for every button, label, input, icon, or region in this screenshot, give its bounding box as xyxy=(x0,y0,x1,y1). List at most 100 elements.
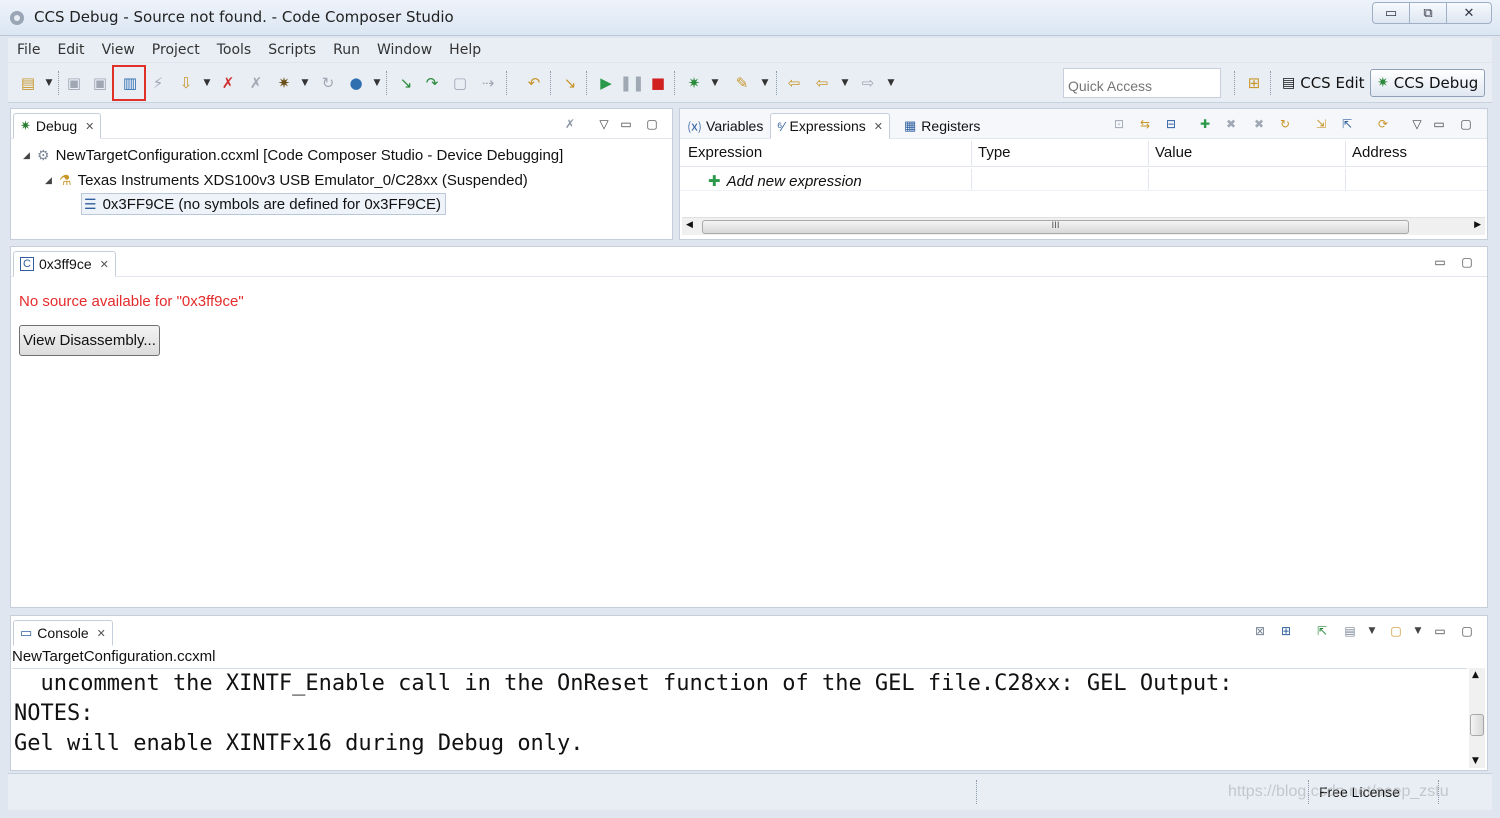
tree-item-stack-frame[interactable]: ☰ 0x3FF9CE (no symbols are defined for 0… xyxy=(81,193,447,215)
maximize-view-icon[interactable]: ▢ xyxy=(1457,115,1475,133)
new-dropdown-icon[interactable]: ▼ xyxy=(44,73,54,93)
minimize-view-icon[interactable]: ▭ xyxy=(1431,253,1449,271)
perspective-ccs-debug[interactable]: ✷ CCS Debug xyxy=(1370,69,1486,97)
menu-project[interactable]: Project xyxy=(143,42,208,58)
quick-access-input[interactable] xyxy=(1063,68,1221,98)
show-logical-icon[interactable]: ⇆ xyxy=(1136,115,1154,133)
close-tab-icon[interactable]: ✕ xyxy=(97,627,106,640)
remove-terminated-icon[interactable]: ✗ xyxy=(561,115,579,133)
run-script-icon[interactable]: ● xyxy=(346,73,366,93)
reset-icon[interactable]: ↶ xyxy=(524,73,544,93)
menu-window[interactable]: Window xyxy=(368,42,440,58)
tab-variables[interactable]: ⒳ Variables xyxy=(682,113,769,139)
debug-config-icon[interactable]: ✷ xyxy=(684,73,704,93)
connect-target-icon[interactable]: ⚡ xyxy=(148,73,168,93)
display-console-icon[interactable]: ▤ xyxy=(1341,622,1359,640)
load-program-icon[interactable]: ▥ xyxy=(120,73,140,93)
import-icon[interactable]: ⇲ xyxy=(1312,115,1330,133)
perspective-ccs-edit[interactable]: ▤ CCS Edit xyxy=(1276,69,1371,97)
vertical-scrollbar[interactable]: ▲ ▼ xyxy=(1469,668,1485,768)
close-button[interactable]: ✕ xyxy=(1446,2,1492,24)
expand-arrow-icon[interactable]: ◢ xyxy=(23,150,37,161)
step-return-icon[interactable]: ▢ xyxy=(450,73,470,93)
console-output[interactable]: uncomment the XINTF_Enable call in the O… xyxy=(12,668,1467,768)
tab-expressions[interactable]: ⁶⁄ Expressions ✕ xyxy=(770,113,891,139)
flash-dropdown-icon[interactable]: ▼ xyxy=(202,73,212,93)
suspend-icon[interactable]: ❚❚ xyxy=(619,73,644,93)
new-console-dropdown-icon[interactable]: ▼ xyxy=(1409,622,1427,640)
external-tools-icon[interactable]: ✎ xyxy=(732,73,752,93)
maximize-view-icon[interactable]: ▢ xyxy=(1458,622,1476,640)
forward-icon[interactable]: ⇨ xyxy=(858,73,878,93)
save-all-icon[interactable]: ▣ xyxy=(90,73,110,93)
new-console-icon[interactable]: ▢ xyxy=(1387,622,1405,640)
close-tab-icon[interactable]: ✕ xyxy=(100,258,109,271)
save-icon[interactable]: ▣ xyxy=(64,73,84,93)
column-address[interactable]: Address xyxy=(1346,141,1487,166)
export-icon[interactable]: ⇱ xyxy=(1338,115,1356,133)
column-expression[interactable]: Expression xyxy=(682,141,972,166)
column-value[interactable]: Value xyxy=(1149,141,1346,166)
minimize-view-icon[interactable]: ▭ xyxy=(617,115,635,133)
menu-view[interactable]: View xyxy=(93,42,143,58)
step-over-icon[interactable]: ↷ xyxy=(422,73,442,93)
expand-arrow-icon[interactable]: ◢ xyxy=(45,175,59,186)
script-dropdown-icon[interactable]: ▼ xyxy=(372,73,382,93)
back-dropdown-icon[interactable]: ▼ xyxy=(840,73,850,93)
menu-scripts[interactable]: Scripts xyxy=(259,42,324,58)
maximize-view-icon[interactable]: ▢ xyxy=(643,115,661,133)
resume-icon[interactable]: ▶ xyxy=(596,73,616,93)
tab-debug[interactable]: ✷ Debug ✕ xyxy=(13,113,102,139)
external-tools-dropdown-icon[interactable]: ▼ xyxy=(760,73,770,93)
assembly-step-icon[interactable]: ↘ xyxy=(560,73,580,93)
close-tab-icon[interactable]: ✕ xyxy=(85,120,94,133)
new-icon[interactable]: ▤ xyxy=(18,73,38,93)
restart-icon[interactable]: ↻ xyxy=(318,73,338,93)
clear-console-icon[interactable]: ⊠ xyxy=(1251,622,1269,640)
scroll-thumb[interactable] xyxy=(1470,714,1484,736)
view-disassembly-button[interactable]: View Disassembly... xyxy=(19,325,160,356)
step-filter-icon[interactable]: ⇢ xyxy=(478,73,498,93)
add-expression-icon[interactable]: ✚ xyxy=(1196,115,1214,133)
tree-item-target-config[interactable]: ◢ ⚙ NewTargetConfiguration.ccxml [Code C… xyxy=(23,144,563,166)
view-menu-icon[interactable]: ▽ xyxy=(595,115,613,133)
debug-config-dropdown-icon[interactable]: ▼ xyxy=(710,73,720,93)
step-into-icon[interactable]: ↘ xyxy=(396,73,416,93)
scroll-up-icon[interactable]: ▲ xyxy=(1472,670,1479,680)
view-menu-icon[interactable]: ▽ xyxy=(1408,115,1426,133)
forward-dropdown-icon[interactable]: ▼ xyxy=(886,73,896,93)
terminate-icon[interactable]: ■ xyxy=(648,73,668,93)
menu-tools[interactable]: Tools xyxy=(208,42,260,58)
remove-expression-icon[interactable]: ✖ xyxy=(1222,115,1240,133)
debug-dropdown-icon[interactable]: ▼ xyxy=(300,73,310,93)
display-dropdown-icon[interactable]: ▼ xyxy=(1363,622,1381,640)
scroll-lock-icon[interactable]: ⊞ xyxy=(1277,622,1295,640)
add-expression-cell[interactable]: ✚ Add new expression xyxy=(682,169,972,190)
remove-all-icon[interactable]: ✖ xyxy=(1250,115,1268,133)
tab-console[interactable]: ▭ Console ✕ xyxy=(13,620,113,646)
tab-source-0x3ff9ce[interactable]: C 0x3ff9ce ✕ xyxy=(13,251,116,277)
scroll-down-icon[interactable]: ▼ xyxy=(1472,756,1479,766)
column-type[interactable]: Type xyxy=(972,141,1149,166)
menu-run[interactable]: Run xyxy=(324,42,368,58)
back-icon[interactable]: ⇦ xyxy=(812,73,832,93)
continuous-refresh-icon[interactable]: ⟳ xyxy=(1374,115,1392,133)
minimize-view-icon[interactable]: ▭ xyxy=(1431,622,1449,640)
table-row[interactable]: ✚ Add new expression xyxy=(680,169,1487,191)
maximize-view-icon[interactable]: ▢ xyxy=(1458,253,1476,271)
show-type-names-icon[interactable]: ⊡ xyxy=(1110,115,1128,133)
tree-item-emulator[interactable]: ◢ ⚗ Texas Instruments XDS100v3 USB Emula… xyxy=(45,169,528,191)
horizontal-scrollbar[interactable]: ◀ III ▶ xyxy=(682,217,1485,235)
menu-edit[interactable]: Edit xyxy=(48,42,92,58)
collapse-all-icon[interactable]: ⊟ xyxy=(1162,115,1180,133)
tab-registers[interactable]: ▦ Registers xyxy=(898,113,986,139)
close-tab-icon[interactable]: ✕ xyxy=(874,120,883,133)
menu-help[interactable]: Help xyxy=(440,42,489,58)
minimize-view-icon[interactable]: ▭ xyxy=(1430,115,1448,133)
scroll-thumb[interactable]: III xyxy=(702,220,1409,234)
minimize-button[interactable]: ▭ xyxy=(1372,2,1410,24)
disconnect-icon[interactable]: ✗ xyxy=(218,73,238,93)
open-perspective-icon[interactable]: ⊞ xyxy=(1244,73,1264,93)
debug-bug-icon[interactable]: ✷ xyxy=(274,73,294,93)
remove-breakpoints-icon[interactable]: ✗ xyxy=(246,73,266,93)
